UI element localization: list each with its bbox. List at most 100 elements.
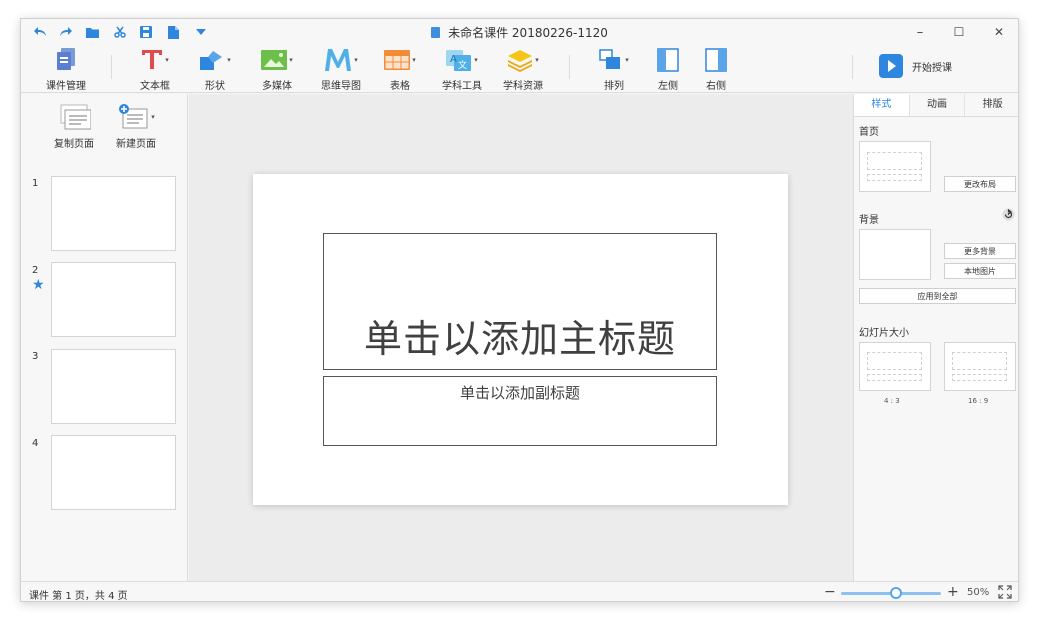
properties-tabs: 样式 动画 排版	[854, 94, 1018, 117]
ratio-16-9-option[interactable]	[944, 342, 1016, 391]
star-icon[interactable]: ★	[32, 277, 45, 293]
title-bar: 未命名课件 20180226-1120 – ☐ ✕	[21, 19, 1018, 45]
home-layout-label: 首页	[859, 127, 879, 138]
properties-panel: 样式 动画 排版 首页 更改布局 背景 更多背景 本地图片 应用到全部 幻灯片大…	[853, 94, 1018, 581]
tab-layout[interactable]: 排版	[965, 94, 1018, 116]
mindmap-label: 思维导图	[321, 81, 361, 92]
table-icon	[384, 50, 411, 70]
text-t-icon	[142, 50, 163, 69]
change-layout-button[interactable]: 更改布局	[944, 176, 1016, 192]
document-icon	[431, 27, 441, 38]
left-side-button[interactable]: 左侧	[653, 45, 683, 93]
right-panel-icon	[705, 48, 727, 72]
tab-style[interactable]: 样式	[854, 94, 910, 116]
slide-thumbnail-4[interactable]	[51, 435, 176, 510]
arrange-label: 排列	[604, 81, 624, 92]
subject-tools-button[interactable]: A 文 ▾ 学科工具	[441, 45, 483, 93]
arrange-icon	[599, 49, 621, 69]
status-bar: 课件 第 1 页，共 4 页 − + 50%	[21, 581, 1018, 602]
ratio-subtitle-dashed	[952, 374, 1007, 381]
background-label: 背景	[859, 215, 879, 226]
start-teaching-label: 开始授课	[912, 62, 952, 74]
app-window: 未命名课件 20180226-1120 – ☐ ✕ 课件管理 ▾ 文本框 ▾ 形…	[20, 18, 1019, 602]
zoom-slider-handle[interactable]	[890, 587, 902, 599]
start-teaching-button[interactable]: 开始授课	[879, 53, 952, 79]
textbox-label: 文本框	[140, 81, 170, 92]
window-title-text: 未命名课件 20180226-1120	[448, 26, 608, 40]
shape-label: 形状	[205, 81, 225, 92]
layout-subtitle-dashed	[867, 174, 922, 181]
zoom-value: 50%	[967, 587, 990, 598]
table-label: 表格	[390, 81, 410, 92]
left-side-label: 左侧	[658, 81, 678, 92]
shape-button[interactable]: ▾ 形状	[195, 45, 235, 93]
play-icon	[879, 54, 903, 78]
translate-icon: A文	[446, 50, 472, 71]
maximize-button[interactable]: ☐	[945, 22, 973, 42]
close-button[interactable]: ✕	[985, 22, 1013, 42]
ratio-title-dashed	[952, 352, 1007, 370]
main-title-placeholder[interactable]: 单击以添加主标题	[323, 233, 717, 370]
mindmap-m-icon	[325, 49, 352, 71]
layout-title-dashed	[867, 152, 922, 170]
thumbnail-number: 4	[32, 438, 39, 449]
right-side-button[interactable]: 右侧	[701, 45, 731, 93]
new-page-button[interactable]: ▾ 新建页面	[113, 104, 159, 150]
courseware-icon	[57, 48, 75, 70]
local-image-button[interactable]: 本地图片	[944, 263, 1016, 279]
fullscreen-icon[interactable]	[998, 585, 1012, 599]
thumbnail-number: 2	[32, 265, 39, 276]
window-title: 未命名课件 20180226-1120	[21, 24, 1018, 41]
page-info: 课件 第 1 页，共 4 页	[29, 591, 128, 602]
copy-page-icon	[60, 104, 91, 130]
ratio-4-3-option[interactable]	[859, 342, 931, 391]
refresh-icon[interactable]	[1002, 208, 1015, 224]
courseware-label: 课件管理	[46, 81, 86, 92]
ratio-subtitle-dashed	[867, 374, 922, 381]
apply-all-button[interactable]: 应用到全部	[859, 288, 1016, 304]
zoom-out-button[interactable]: −	[824, 584, 836, 600]
shape-icon	[200, 51, 223, 70]
mindmap-button[interactable]: ▾ 思维导图	[317, 45, 365, 93]
thumbnail-number: 3	[32, 351, 39, 362]
thumbnail-number: 1	[32, 178, 39, 189]
textbox-button[interactable]: ▾ 文本框	[135, 45, 175, 93]
new-page-dropdown-icon[interactable]: ▾	[151, 113, 155, 121]
slide[interactable]: 单击以添加主标题 单击以添加副标题	[253, 174, 788, 505]
arrange-button[interactable]: ▾ 排列	[595, 45, 633, 93]
new-page-label: 新建页面	[116, 139, 156, 150]
svg-text:文: 文	[458, 59, 467, 71]
ribbon-divider	[111, 55, 112, 79]
ratio-title-dashed	[867, 352, 922, 370]
ribbon-divider	[852, 55, 853, 79]
subject-resources-button[interactable]: ▾ 学科资源	[502, 45, 544, 93]
layers-icon	[508, 50, 533, 72]
svg-text:A: A	[450, 54, 457, 65]
slides-panel: 复制页面 ▾ 新建页面 1 2 ★ 3 4	[21, 94, 188, 581]
subtitle-placeholder[interactable]: 单击以添加副标题	[323, 376, 717, 446]
right-side-label: 右侧	[706, 81, 726, 92]
slide-size-label: 幻灯片大小	[859, 328, 909, 339]
subject-resources-label: 学科资源	[503, 81, 543, 92]
ribbon-divider	[569, 55, 570, 79]
new-page-icon	[119, 104, 148, 129]
minimize-button[interactable]: –	[906, 22, 934, 42]
background-preview[interactable]	[859, 229, 931, 280]
ribbon-toolbar: 课件管理 ▾ 文本框 ▾ 形状 ▾ 多媒体 ▾ 思维导图 ▾ 表格 A 文 ▾ 学科…	[21, 45, 1018, 93]
left-panel-icon	[657, 48, 679, 72]
zoom-in-button[interactable]: +	[947, 584, 959, 600]
media-button[interactable]: ▾ 多媒体	[257, 45, 297, 93]
copy-page-button[interactable]: 复制页面	[51, 104, 97, 150]
slide-thumbnail-2[interactable]	[51, 262, 176, 337]
copy-page-label: 复制页面	[54, 139, 94, 150]
table-button[interactable]: ▾ 表格	[381, 45, 419, 93]
tab-animation[interactable]: 动画	[910, 94, 966, 116]
more-backgrounds-button[interactable]: 更多背景	[944, 243, 1016, 259]
ratio-16-9-label: 16 : 9	[968, 397, 989, 405]
layout-preview[interactable]	[859, 141, 931, 192]
courseware-button[interactable]: 课件管理	[43, 45, 89, 93]
slide-thumbnail-3[interactable]	[51, 349, 176, 424]
ratio-4-3-label: 4 : 3	[884, 397, 900, 405]
media-label: 多媒体	[262, 81, 292, 92]
slide-thumbnail-1[interactable]	[51, 176, 176, 251]
